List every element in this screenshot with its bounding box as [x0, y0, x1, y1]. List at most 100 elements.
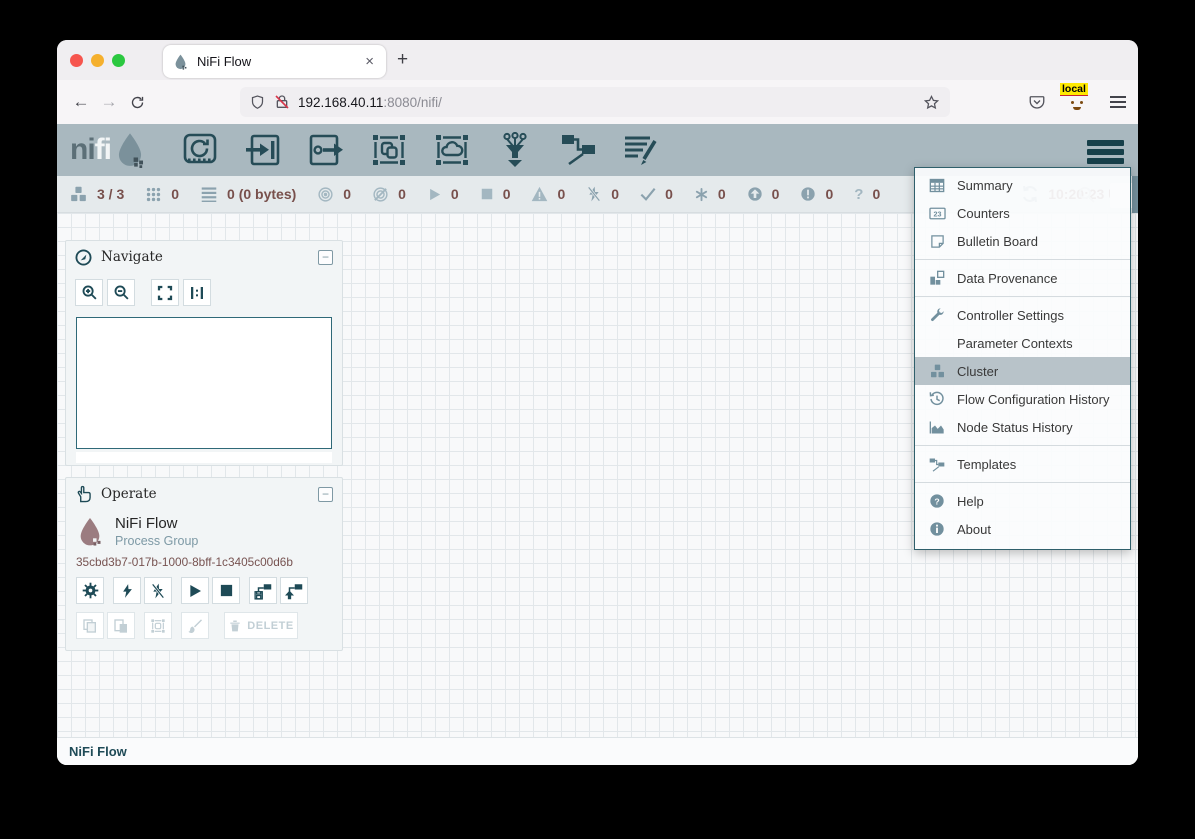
new-tab-button[interactable]: +: [397, 49, 408, 71]
zoom-in-button[interactable]: [75, 279, 103, 306]
url-host: 192.168.40.11: [298, 95, 383, 110]
selected-flow-name: NiFi Flow: [115, 515, 198, 532]
nifi-logo: nifi: [70, 132, 147, 168]
not-transmitting-count: 0: [398, 186, 406, 202]
processor-component-icon[interactable]: [181, 132, 219, 168]
menu-separator: [915, 296, 1130, 297]
stopped-square-icon: [480, 187, 494, 201]
process-group-component-icon[interactable]: [370, 132, 408, 168]
forward-button[interactable]: →: [95, 92, 123, 112]
operate-panel-title: Operate: [101, 486, 318, 502]
birdseye-slider[interactable]: [76, 452, 332, 463]
menu-separator: [915, 482, 1130, 483]
firefox-menu-icon[interactable]: [1110, 93, 1126, 111]
menu-item-flow-configuration-history[interactable]: Flow Configuration History: [915, 385, 1130, 413]
template-component-icon[interactable]: [559, 132, 597, 168]
disable-bolt-slash-button[interactable]: [144, 577, 172, 604]
back-button[interactable]: ←: [67, 92, 95, 112]
paste-button[interactable]: [107, 612, 135, 639]
navigate-collapse-button[interactable]: −: [318, 250, 333, 265]
shield-icon[interactable]: [250, 94, 265, 110]
area-chart-icon: [927, 420, 947, 435]
process-group-drop-icon: [76, 516, 104, 548]
menu-item-about[interactable]: About: [915, 515, 1130, 543]
up-to-date-check-icon: [640, 187, 656, 201]
start-play-button[interactable]: [181, 577, 209, 604]
zoom-window-button[interactable]: [112, 54, 125, 67]
menu-item-parameter-contexts[interactable]: Parameter Contexts: [915, 329, 1130, 357]
menu-item-node-status-history[interactable]: Node Status History: [915, 413, 1130, 441]
browser-window: NiFi Flow × + ← → 192.168.40.11:8080/nif…: [57, 40, 1138, 765]
bookmark-star-icon[interactable]: [923, 94, 940, 111]
nifi-logo-fi: fi: [95, 133, 111, 167]
browser-tab[interactable]: NiFi Flow ×: [163, 45, 386, 78]
transmitting-bullseye-icon: [317, 186, 334, 203]
zoom-out-button[interactable]: [107, 279, 135, 306]
locally-modified-asterisk-icon: [694, 187, 709, 202]
tab-close-icon[interactable]: ×: [363, 53, 376, 70]
delete-button[interactable]: DELETE: [224, 612, 298, 639]
save-template-button[interactable]: [249, 577, 277, 604]
menu-item-summary[interactable]: Summary: [915, 171, 1130, 199]
threads-stat: 0: [145, 186, 179, 203]
profile-avatar[interactable]: local: [1066, 90, 1090, 114]
birdseye-compass-icon: [75, 249, 92, 266]
summary-table-icon: [927, 178, 947, 193]
right-edge-strip: [1132, 176, 1138, 214]
menu-separator: [915, 259, 1130, 260]
color-brush-button[interactable]: [181, 612, 209, 639]
address-field[interactable]: 192.168.40.11:8080/nifi/: [240, 87, 950, 117]
menu-item-controller-settings[interactable]: Controller Settings: [915, 301, 1130, 329]
selected-flow-type: Process Group: [115, 534, 198, 548]
insecure-lock-slash-icon[interactable]: [274, 94, 290, 110]
stopped-count: 0: [503, 186, 511, 202]
label-component-icon[interactable]: [622, 132, 660, 168]
cluster-cubes-icon: [69, 186, 88, 203]
funnel-component-icon[interactable]: [496, 132, 534, 168]
sync-failure-question-icon: ?: [854, 186, 863, 203]
menu-item-templates[interactable]: Templates: [915, 450, 1130, 478]
wrench-icon: [927, 307, 947, 323]
menu-item-bulletin-board[interactable]: Bulletin Board: [915, 227, 1130, 255]
disabled-stat: 0: [586, 186, 619, 202]
pocket-icon[interactable]: [1028, 93, 1046, 111]
history-icon: [927, 391, 947, 407]
nifi-global-menu-icon[interactable]: [1087, 137, 1124, 167]
navigate-panel-title: Navigate: [101, 249, 318, 265]
zoom-fit-button[interactable]: [151, 279, 179, 306]
data-provenance-icon: [927, 270, 947, 286]
cluster-cubes-icon: [927, 364, 947, 379]
menu-item-counters[interactable]: 23 Counters: [915, 199, 1130, 227]
zoom-actual-size-button[interactable]: [183, 279, 211, 306]
breadcrumb: NiFi Flow: [57, 737, 1138, 765]
menu-item-cluster[interactable]: Cluster: [915, 357, 1130, 385]
template-icon: [927, 457, 947, 472]
minimize-window-button[interactable]: [91, 54, 104, 67]
reload-icon[interactable]: [123, 95, 151, 110]
breadcrumb-root[interactable]: NiFi Flow: [69, 744, 127, 759]
invalid-count: 0: [557, 186, 565, 202]
nifi-app: nifi: [57, 124, 1138, 765]
stop-square-button[interactable]: [212, 577, 240, 604]
svg-text:23: 23: [933, 209, 941, 218]
configuration-gear-button[interactable]: [76, 577, 104, 604]
close-window-button[interactable]: [70, 54, 83, 67]
nifi-favicon-drop-icon: [173, 54, 188, 70]
up-to-date-stat: 0: [640, 186, 673, 202]
birdseye-minimap[interactable]: [76, 317, 332, 449]
input-port-component-icon[interactable]: [244, 132, 282, 168]
operate-collapse-button[interactable]: −: [318, 487, 333, 502]
group-button[interactable]: [144, 612, 172, 639]
output-port-component-icon[interactable]: [307, 132, 345, 168]
upload-template-button[interactable]: [280, 577, 308, 604]
modified-stale-count: 0: [825, 186, 833, 202]
menu-item-data-provenance[interactable]: Data Provenance: [915, 264, 1130, 292]
enable-bolt-button[interactable]: [113, 577, 141, 604]
copy-button[interactable]: [76, 612, 104, 639]
not-transmitting-stat: 0: [372, 186, 406, 203]
menu-item-help[interactable]: ? Help: [915, 487, 1130, 515]
up-to-date-count: 0: [665, 186, 673, 202]
remote-process-group-component-icon[interactable]: [433, 132, 471, 168]
transmitting-stat: 0: [317, 186, 351, 203]
url-text[interactable]: 192.168.40.11:8080/nifi/: [298, 95, 923, 110]
